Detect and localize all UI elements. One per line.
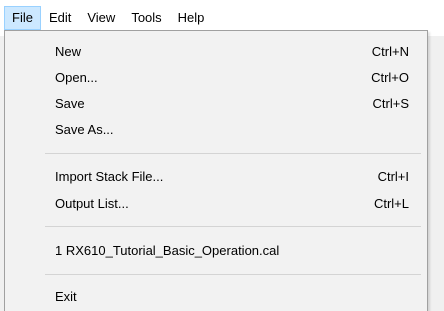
menu-separator	[45, 226, 421, 227]
menu-item-output-list[interactable]: Output List... Ctrl+L	[5, 191, 427, 217]
menu-item-shortcut: Ctrl+L	[373, 196, 409, 211]
menu-item-shortcut: Ctrl+N	[371, 44, 409, 59]
menu-item-shortcut: Ctrl+S	[372, 96, 409, 111]
menu-item-shortcut: Ctrl+O	[371, 70, 409, 85]
menu-separator	[45, 153, 421, 154]
menu-item-recent-file-1[interactable]: 1 RX610_Tutorial_Basic_Operation.cal	[5, 238, 427, 264]
menu-tools[interactable]: Tools	[123, 6, 169, 30]
menu-item-save[interactable]: Save Ctrl+S	[5, 91, 427, 117]
menu-item-label: Save	[55, 96, 85, 111]
menu-item-save-as[interactable]: Save As...	[5, 117, 427, 143]
menu-help[interactable]: Help	[170, 6, 213, 30]
menu-view[interactable]: View	[79, 6, 123, 30]
menu-file[interactable]: File	[4, 6, 41, 30]
menu-item-open[interactable]: Open... Ctrl+O	[5, 65, 427, 91]
menu-item-label: Save As...	[55, 122, 114, 137]
menu-item-label: Import Stack File...	[55, 169, 164, 184]
menu-edit[interactable]: Edit	[41, 6, 79, 30]
menu-item-exit[interactable]: Exit	[5, 284, 427, 310]
menu-bar-items: File Edit View Tools Help	[4, 6, 212, 30]
menu-item-label: Output List...	[55, 196, 129, 211]
file-menu-dropdown: New Ctrl+N Open... Ctrl+O Save Ctrl+S Sa…	[4, 30, 428, 311]
menu-item-label: Open...	[55, 70, 98, 85]
menu-item-label: 1 RX610_Tutorial_Basic_Operation.cal	[55, 243, 280, 258]
menu-separator	[45, 274, 421, 275]
menu-item-import-stack-file[interactable]: Import Stack File... Ctrl+I	[5, 164, 427, 190]
menu-item-label: Exit	[55, 289, 77, 304]
menu-item-label: New	[55, 44, 82, 59]
menu-item-new[interactable]: New Ctrl+N	[5, 39, 427, 65]
menu-item-shortcut: Ctrl+I	[377, 169, 409, 184]
